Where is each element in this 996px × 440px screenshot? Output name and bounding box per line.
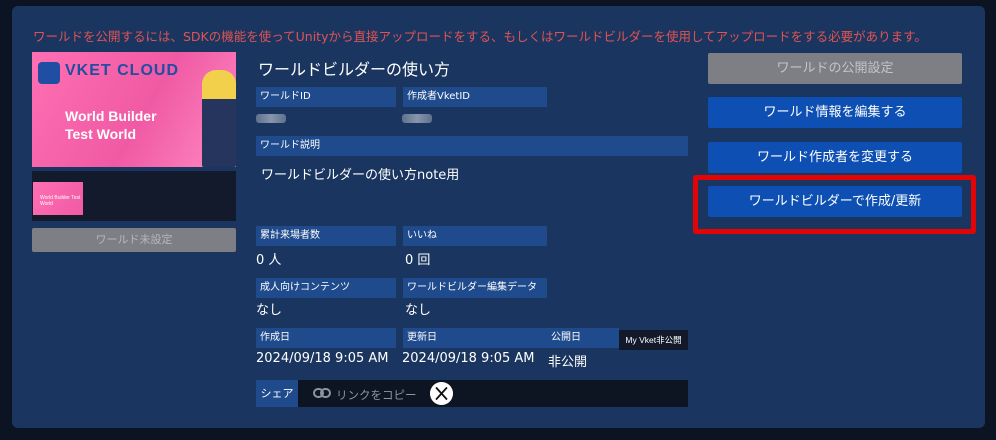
created-date-label: 作成日	[256, 328, 396, 348]
world-thumbnail[interactable]: VKET CLOUD World Builder Test World	[32, 52, 236, 167]
updated-date-value: 2024/09/18 9:05 AM	[402, 351, 535, 366]
public-date-value: 非公開	[548, 355, 588, 370]
visitors-label: 累計来場者数	[256, 226, 396, 246]
world-title: ワールドビルダーの使い方	[258, 60, 451, 79]
world-id-label: ワールドID	[256, 87, 396, 107]
publish-settings-button[interactable]: ワールドの公開設定	[708, 53, 962, 84]
public-date-label: 公開日	[547, 328, 619, 348]
highlight-box	[693, 175, 976, 234]
likes-label: いいね	[403, 226, 547, 246]
world-id-value-blurred	[256, 114, 286, 123]
world-unset-button[interactable]: ワールド未設定	[32, 228, 236, 252]
change-creator-button[interactable]: ワールド作成者を変更する	[708, 142, 962, 173]
x-logo-icon[interactable]	[430, 382, 453, 405]
link-icon[interactable]	[313, 386, 331, 400]
likes-value: 0 回	[405, 253, 431, 268]
created-date-value: 2024/09/18 9:05 AM	[256, 351, 389, 366]
thumbnail-title-line2: Test World	[65, 126, 137, 142]
visitors-value: 0 人	[256, 253, 282, 268]
publish-warning: ワールドを公開するには、SDKの機能を使ってUnityから直接アップロードをする…	[33, 29, 927, 44]
character-illustration	[202, 70, 236, 167]
thumbnail-small-text: World Builder Test World	[40, 195, 81, 207]
adult-content-value: なし	[256, 303, 283, 318]
vket-cloud-logo-icon	[38, 62, 60, 84]
share-label: シェア	[256, 380, 298, 407]
updated-date-label: 更新日	[403, 328, 547, 348]
copy-link-button[interactable]: リンクをコピー	[336, 387, 417, 403]
edit-world-info-button[interactable]: ワールド情報を編集する	[708, 97, 962, 128]
creator-id-value-blurred	[402, 114, 432, 123]
creator-id-label: 作成者VketID	[403, 87, 547, 107]
thumbnail-title-line1: World Builder	[65, 108, 157, 124]
adult-content-label: 成人向けコンテンツ	[256, 278, 396, 298]
description-label: ワールド説明	[256, 136, 688, 156]
logo-text: VKET CLOUD	[65, 62, 179, 79]
thumbnail-small[interactable]: World Builder Test World	[33, 182, 83, 215]
description-value: ワールドビルダーの使い方note用	[261, 168, 460, 183]
myvket-private-badge: My Vket非公開	[619, 330, 688, 350]
builder-data-value: なし	[405, 303, 432, 318]
builder-data-label: ワールドビルダー編集データ	[403, 278, 547, 298]
